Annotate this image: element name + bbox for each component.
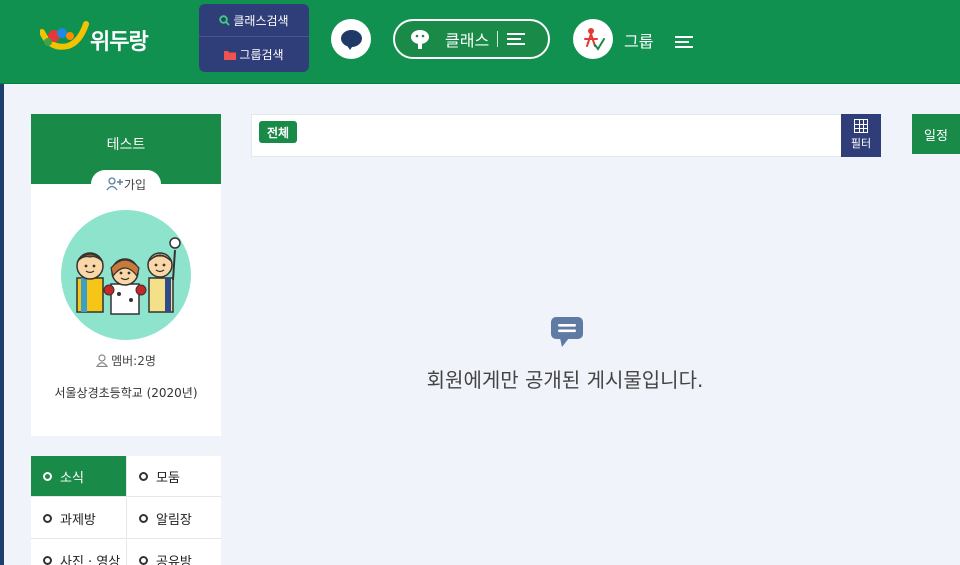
filter-tag-all[interactable]: 전체 <box>259 121 298 143</box>
group-search-button[interactable]: 그룹검색 <box>199 38 309 71</box>
folder-icon <box>224 50 237 60</box>
message-icon <box>551 317 583 347</box>
bullet-icon <box>43 513 52 523</box>
person-icon <box>95 354 109 368</box>
children-illustration <box>76 237 181 315</box>
search-icon <box>219 14 231 26</box>
board-item-label: 모둠 <box>156 470 180 486</box>
group-search-label: 그룹검색 <box>239 48 284 62</box>
filter-label: 필터 <box>850 137 872 150</box>
top-header: 위두랑 클래스검색 그룹검색 클래스 그룹 <box>0 0 960 84</box>
board-item-share[interactable]: 공유방 <box>126 540 221 565</box>
logo-text: 위두랑 <box>90 30 149 55</box>
class-avatar <box>61 210 191 340</box>
class-search-label: 클래스검색 <box>233 13 289 28</box>
board-item-media[interactable]: 사진 · 영상 <box>31 540 126 565</box>
logo-icon <box>39 21 89 50</box>
filter-bar: 전체 필터 <box>251 114 881 157</box>
bullet-icon <box>43 555 52 565</box>
board-item-label: 과제방 <box>60 512 96 528</box>
side-strip <box>0 84 4 565</box>
schedule-tab[interactable]: 일정 <box>912 114 960 154</box>
bullet-icon <box>139 555 148 565</box>
group-avatar[interactable] <box>573 19 613 59</box>
join-button[interactable]: 가입 <box>91 170 161 198</box>
board-item-label: 알림장 <box>156 512 192 528</box>
member-count-text: 멤버:2명 <box>111 354 156 368</box>
tree-icon <box>411 30 429 49</box>
board-menu: 소식 모둠 과제방 알림장 사진 · 영상 공유방 <box>31 456 221 565</box>
class-card: 테스트 가입 멤버:2명 서울상경초등학교 (2020년) <box>31 114 221 436</box>
filter-button[interactable]: 필터 <box>841 114 881 157</box>
bullet-icon <box>43 471 52 481</box>
class-label: 클래스 <box>445 31 490 50</box>
group-logo-icon <box>584 28 605 51</box>
menu-icon[interactable] <box>507 30 526 48</box>
class-search-button[interactable]: 클래스검색 <box>199 4 309 37</box>
board-item-label: 사진 · 영상 <box>60 554 121 565</box>
join-label: 가입 <box>123 177 147 192</box>
member-count: 멤버:2명 <box>31 352 221 369</box>
board-item-label: 공유방 <box>156 554 192 565</box>
divider <box>497 31 499 47</box>
chat-button[interactable] <box>331 19 371 59</box>
school-name: 서울상경초등학교 (2020년) <box>54 386 198 400</box>
board-item-team[interactable]: 모둠 <box>126 456 221 497</box>
grid-icon <box>854 119 868 133</box>
empty-state-message: 회원에게만 공개된 게시물입니다. <box>426 368 704 392</box>
group-label[interactable]: 그룹 <box>624 28 653 52</box>
class-button[interactable]: 클래스 <box>393 19 550 59</box>
bullet-icon <box>139 513 148 523</box>
add-user-icon <box>106 177 123 191</box>
logo[interactable]: 위두랑 <box>39 20 150 60</box>
menu-icon[interactable] <box>675 33 693 51</box>
bullet-icon <box>139 471 148 481</box>
board-item-notice[interactable]: 알림장 <box>126 498 221 539</box>
board-item-assignment[interactable]: 과제방 <box>31 498 126 539</box>
search-box: 클래스검색 그룹검색 <box>199 4 309 72</box>
board-item-label: 소식 <box>60 470 84 486</box>
board-item-news[interactable]: 소식 <box>31 456 126 497</box>
